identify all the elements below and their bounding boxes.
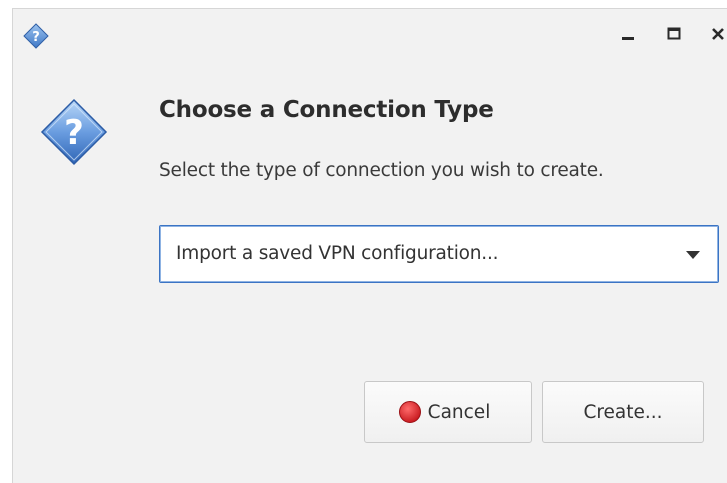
maximize-button[interactable]	[663, 25, 685, 47]
connection-type-value: Import a saved VPN configuration...	[176, 243, 499, 264]
cancel-button[interactable]: Cancel	[364, 381, 532, 443]
cancel-label: Cancel	[427, 401, 491, 423]
svg-text:?: ?	[64, 113, 84, 153]
close-icon	[710, 26, 726, 46]
dialog-heading: Choose a Connection Type	[159, 97, 494, 123]
question-icon: ?	[40, 98, 108, 166]
stop-icon	[398, 400, 422, 424]
create-button[interactable]: Create...	[542, 381, 704, 443]
minimize-button[interactable]	[617, 25, 639, 47]
dialog-description: Select the type of connection you wish t…	[159, 160, 604, 181]
svg-text:?: ?	[32, 30, 40, 45]
dropdown-arrow-icon	[686, 251, 700, 259]
create-label: Create...	[583, 401, 663, 423]
maximize-icon	[666, 26, 682, 46]
minimize-icon	[620, 26, 636, 46]
titlebar[interactable]: ?	[13, 9, 727, 61]
close-button[interactable]	[707, 25, 727, 47]
help-icon: ?	[23, 23, 49, 49]
dialog-window: ? ? Choose a Connection Type Select the …	[12, 8, 727, 483]
connection-type-select[interactable]: Import a saved VPN configuration...	[159, 225, 719, 283]
